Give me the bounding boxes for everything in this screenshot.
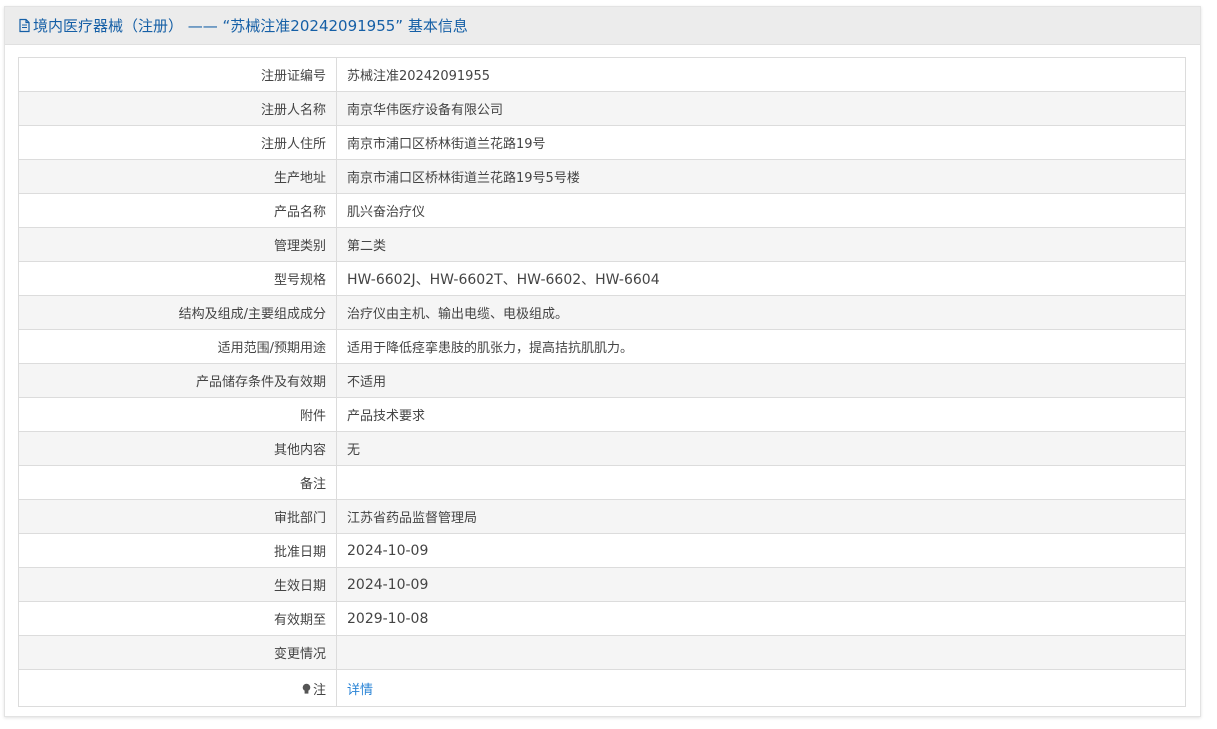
field-value: 2024-10-09 [336, 533, 1186, 568]
table-row: 附件 产品技术要求 [18, 397, 1186, 432]
table-row: 备注 [18, 465, 1186, 500]
field-value [336, 635, 1186, 670]
field-value: 不适用 [336, 363, 1186, 398]
table-row: 生产地址 南京市浦口区桥林街道兰花路19号5号楼 [18, 159, 1186, 194]
table-row: 注册人名称 南京华伟医疗设备有限公司 [18, 91, 1186, 126]
field-value: 南京华伟医疗设备有限公司 [336, 91, 1186, 126]
info-table: 注册证编号 苏械注准20242091955 注册人名称 南京华伟医疗设备有限公司 注册人… [18, 57, 1186, 707]
field-value: 2024-10-09 [336, 567, 1186, 602]
field-value: 治疗仪由主机、输出电缆、电极组成。 [336, 295, 1186, 330]
field-label: 型号规格 [18, 261, 337, 296]
field-label: 备注 [18, 465, 337, 500]
table-row: 审批部门 江苏省药品监督管理局 [18, 499, 1186, 534]
table-row: 管理类别 第二类 [18, 227, 1186, 262]
page-title: 境内医疗器械（注册） —— “苏械注准20242091955” 基本信息 [33, 17, 468, 35]
note-label: 注 [312, 682, 326, 698]
field-value: 2029-10-08 [336, 601, 1186, 636]
field-value: 肌兴奋治疗仪 [336, 193, 1186, 228]
field-label: 注册人名称 [18, 91, 337, 126]
field-value: 产品技术要求 [336, 397, 1186, 432]
field-label: 审批部门 [18, 499, 337, 534]
table-row: 注册证编号 苏械注准20242091955 [18, 57, 1186, 92]
table-row: 有效期至 2029-10-08 [18, 601, 1186, 636]
table-row: 型号规格 HW-6602J、HW-6602T、HW-6602、HW-6604 [18, 261, 1186, 296]
field-value [336, 465, 1186, 500]
field-value: 南京市浦口区桥林街道兰花路19号5号楼 [336, 159, 1186, 194]
lightbulb-icon [301, 683, 312, 695]
table-row: 适用范围/预期用途 适用于降低痉挛患肢的肌张力，提高拮抗肌肌力。 [18, 329, 1186, 364]
field-value: 苏械注准20242091955 [336, 57, 1186, 92]
field-value: 第二类 [336, 227, 1186, 262]
details-link[interactable]: 详情 [347, 683, 373, 698]
field-value: 江苏省药品监督管理局 [336, 499, 1186, 534]
table-row: 产品名称 肌兴奋治疗仪 [18, 193, 1186, 228]
table-row: 其他内容无 [18, 431, 1186, 466]
note-label-cell: 注 [18, 669, 337, 707]
table-row: 注册人住所 南京市浦口区桥林街道兰花路19号 [18, 125, 1186, 160]
field-label: 变更情况 [18, 635, 337, 670]
field-label: 适用范围/预期用途 [18, 329, 337, 364]
note-value-cell: 详情 [336, 669, 1186, 707]
field-label: 注册证编号 [18, 57, 337, 92]
table-row: 批准日期 2024-10-09 [18, 533, 1186, 568]
table-row: 产品储存条件及有效期 不适用 [18, 363, 1186, 398]
field-value: 南京市浦口区桥林街道兰花路19号 [336, 125, 1186, 160]
field-label: 其他内容 [18, 431, 337, 466]
table-row: 结构及组成/主要组成成分 治疗仪由主机、输出电缆、电极组成。 [18, 295, 1186, 330]
field-label: 产品名称 [18, 193, 337, 228]
field-value: HW-6602J、HW-6602T、HW-6602、HW-6604 [336, 261, 1186, 296]
panel-header: 境内医疗器械（注册） —— “苏械注准20242091955” 基本信息 [5, 7, 1200, 45]
note-row: 注 详情 [18, 669, 1186, 707]
table-row: 变更情况 [18, 635, 1186, 670]
field-label: 生产地址 [18, 159, 337, 194]
field-label: 产品储存条件及有效期 [18, 363, 337, 398]
table-row: 生效日期 2024-10-09 [18, 567, 1186, 602]
info-panel: 境内医疗器械（注册） —— “苏械注准20242091955” 基本信息 注册证… [4, 6, 1201, 717]
field-label: 附件 [18, 397, 337, 432]
field-value: 适用于降低痉挛患肢的肌张力，提高拮抗肌肌力。 [336, 329, 1186, 364]
field-label: 生效日期 [18, 567, 337, 602]
document-icon [18, 18, 31, 33]
field-label: 结构及组成/主要组成成分 [18, 295, 337, 330]
field-value: 无 [336, 431, 1186, 466]
field-label: 有效期至 [18, 601, 337, 636]
field-label: 管理类别 [18, 227, 337, 262]
field-label: 批准日期 [18, 533, 337, 568]
field-label: 注册人住所 [18, 125, 337, 160]
